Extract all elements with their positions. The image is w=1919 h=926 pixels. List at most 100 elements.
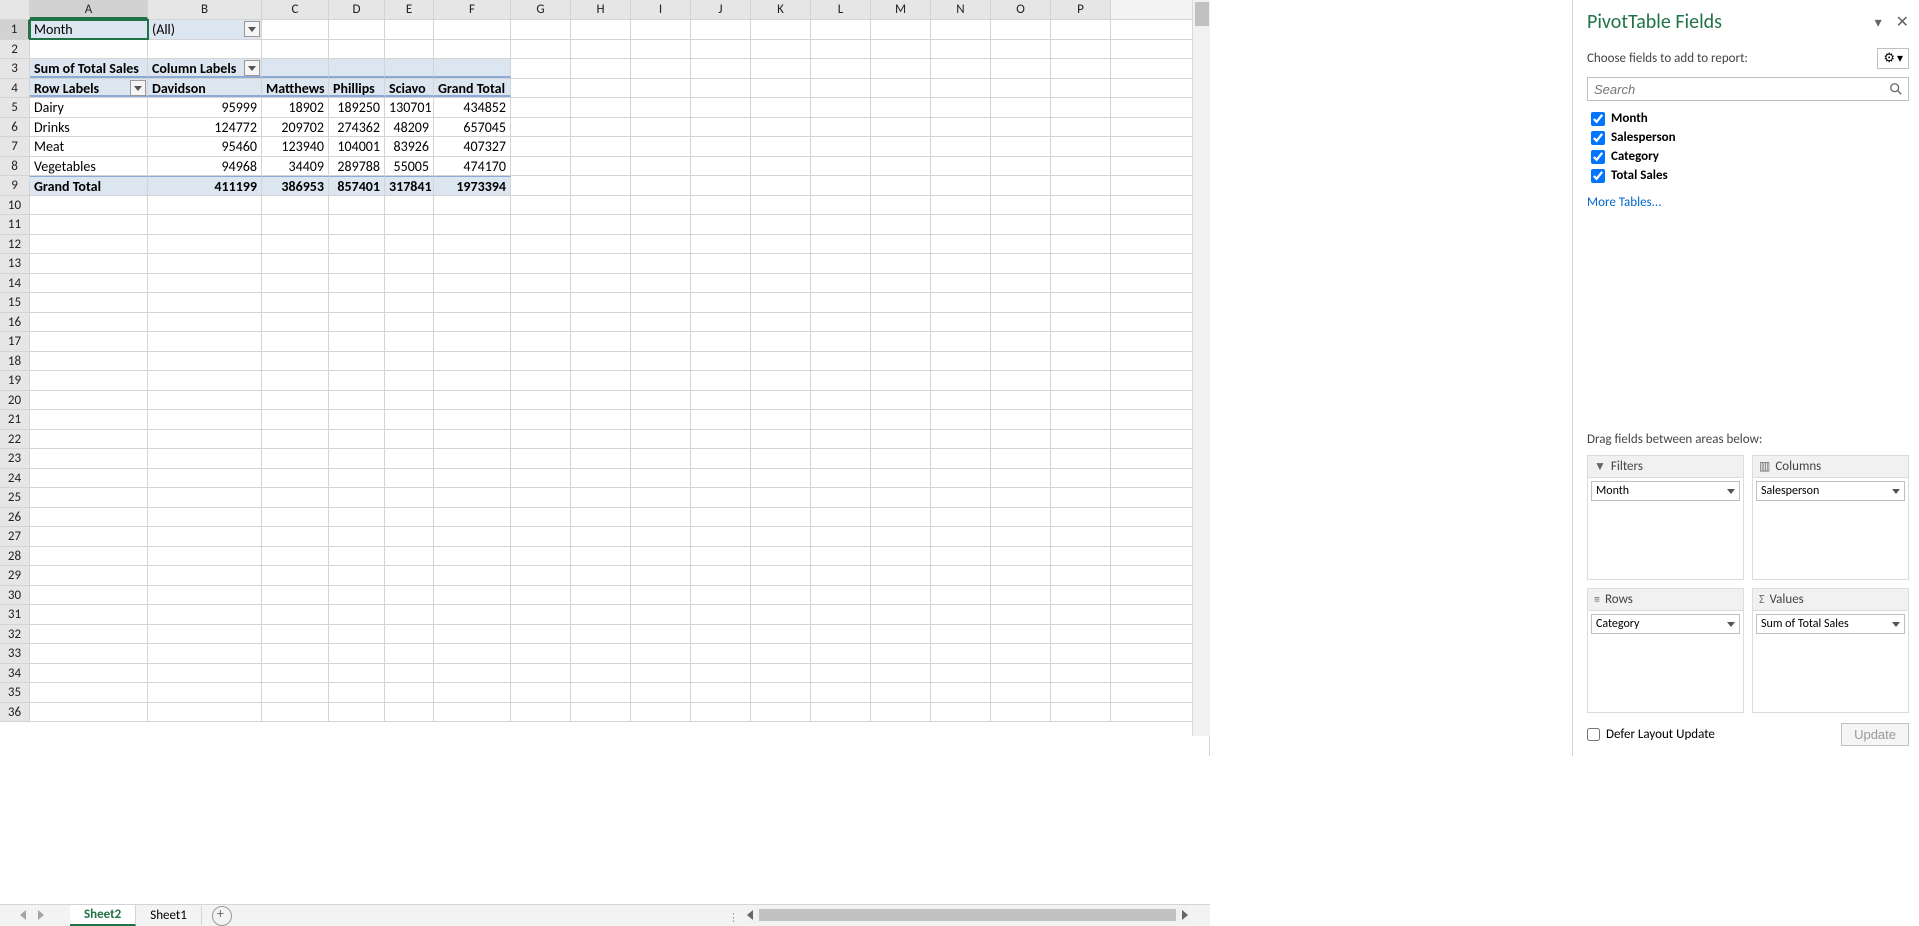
row-header-7[interactable]: 7 xyxy=(0,137,30,156)
cell[interactable] xyxy=(30,449,148,468)
cell[interactable] xyxy=(1051,430,1111,449)
cell[interactable] xyxy=(434,254,511,273)
cell[interactable] xyxy=(931,488,991,507)
pivot-value[interactable]: 209702 xyxy=(262,118,329,137)
cell[interactable] xyxy=(262,196,329,215)
cell[interactable] xyxy=(871,118,931,137)
cell[interactable] xyxy=(571,605,631,624)
cell[interactable] xyxy=(385,664,434,683)
cell[interactable] xyxy=(1051,488,1111,507)
cell[interactable] xyxy=(991,527,1051,546)
pivot-row-label[interactable]: Drinks xyxy=(30,118,148,137)
cell[interactable] xyxy=(631,20,691,39)
cell[interactable] xyxy=(691,605,751,624)
column-header-f[interactable]: F xyxy=(434,0,511,19)
hscroll-right-arrow[interactable] xyxy=(1178,909,1190,921)
cell[interactable] xyxy=(631,176,691,195)
cell[interactable] xyxy=(571,313,631,332)
cell[interactable] xyxy=(631,59,691,78)
cell[interactable] xyxy=(434,664,511,683)
cell[interactable] xyxy=(262,586,329,605)
cell[interactable] xyxy=(931,176,991,195)
cell[interactable] xyxy=(751,176,811,195)
cell[interactable] xyxy=(148,313,262,332)
cell[interactable] xyxy=(811,644,871,663)
select-all-corner[interactable] xyxy=(0,0,30,19)
tab-split-handle[interactable] xyxy=(728,908,734,922)
row-header-23[interactable]: 23 xyxy=(0,449,30,468)
cell[interactable] xyxy=(511,547,571,566)
cell[interactable] xyxy=(511,215,571,234)
cell[interactable] xyxy=(30,40,148,59)
cell[interactable] xyxy=(991,196,1051,215)
cell[interactable] xyxy=(1051,176,1111,195)
cell[interactable] xyxy=(931,98,991,117)
pivot-value[interactable]: 434852 xyxy=(434,98,511,117)
cell[interactable] xyxy=(571,332,631,351)
cell[interactable] xyxy=(631,527,691,546)
cell[interactable] xyxy=(148,469,262,488)
cell[interactable] xyxy=(811,137,871,156)
cell[interactable] xyxy=(931,547,991,566)
row-header-30[interactable]: 30 xyxy=(0,586,30,605)
cell[interactable] xyxy=(385,332,434,351)
cell[interactable] xyxy=(434,547,511,566)
cell[interactable] xyxy=(631,40,691,59)
cell[interactable] xyxy=(329,703,385,722)
cell[interactable] xyxy=(571,254,631,273)
cell[interactable] xyxy=(631,293,691,312)
row-header-20[interactable]: 20 xyxy=(0,391,30,410)
cell[interactable] xyxy=(262,547,329,566)
cell[interactable] xyxy=(1051,586,1111,605)
cell[interactable] xyxy=(571,176,631,195)
cell[interactable] xyxy=(751,293,811,312)
field-total-sales[interactable]: Total Sales xyxy=(1587,166,1909,185)
cell[interactable] xyxy=(931,293,991,312)
cell[interactable] xyxy=(329,313,385,332)
cell[interactable] xyxy=(434,40,511,59)
cell[interactable] xyxy=(871,683,931,702)
cell[interactable] xyxy=(931,332,991,351)
cell[interactable] xyxy=(931,566,991,585)
pivot-col-header[interactable]: Matthews xyxy=(262,79,329,98)
cell[interactable] xyxy=(30,664,148,683)
cell[interactable] xyxy=(751,664,811,683)
cell[interactable] xyxy=(30,371,148,390)
cell[interactable] xyxy=(991,20,1051,39)
cell[interactable] xyxy=(385,586,434,605)
cell[interactable] xyxy=(148,586,262,605)
cell[interactable] xyxy=(691,254,751,273)
cell[interactable] xyxy=(1051,79,1111,98)
row-header-11[interactable]: 11 xyxy=(0,215,30,234)
column-header-o[interactable]: O xyxy=(991,0,1051,19)
filters-area-item[interactable]: Month xyxy=(1591,481,1740,501)
cell[interactable] xyxy=(631,352,691,371)
cell[interactable] xyxy=(329,430,385,449)
cell[interactable] xyxy=(511,703,571,722)
cell[interactable] xyxy=(385,235,434,254)
cell[interactable] xyxy=(931,313,991,332)
cell[interactable] xyxy=(751,196,811,215)
cell[interactable] xyxy=(991,566,1051,585)
columns-area-item[interactable]: Salesperson xyxy=(1756,481,1905,501)
cell[interactable] xyxy=(871,391,931,410)
cell[interactable] xyxy=(811,313,871,332)
cell[interactable] xyxy=(691,644,751,663)
grand-total-value[interactable]: 857401 xyxy=(329,176,385,195)
cell[interactable] xyxy=(262,469,329,488)
cell[interactable] xyxy=(751,644,811,663)
cell[interactable] xyxy=(30,508,148,527)
cell[interactable] xyxy=(991,469,1051,488)
cell[interactable] xyxy=(871,215,931,234)
pivot-value[interactable]: 95460 xyxy=(148,137,262,156)
cell[interactable] xyxy=(691,176,751,195)
cell[interactable] xyxy=(991,352,1051,371)
cell[interactable] xyxy=(1051,215,1111,234)
cell[interactable] xyxy=(511,118,571,137)
row-header-18[interactable]: 18 xyxy=(0,352,30,371)
cell[interactable] xyxy=(329,683,385,702)
cell[interactable] xyxy=(571,98,631,117)
row-header-21[interactable]: 21 xyxy=(0,410,30,429)
cell[interactable] xyxy=(385,488,434,507)
cell[interactable] xyxy=(751,254,811,273)
